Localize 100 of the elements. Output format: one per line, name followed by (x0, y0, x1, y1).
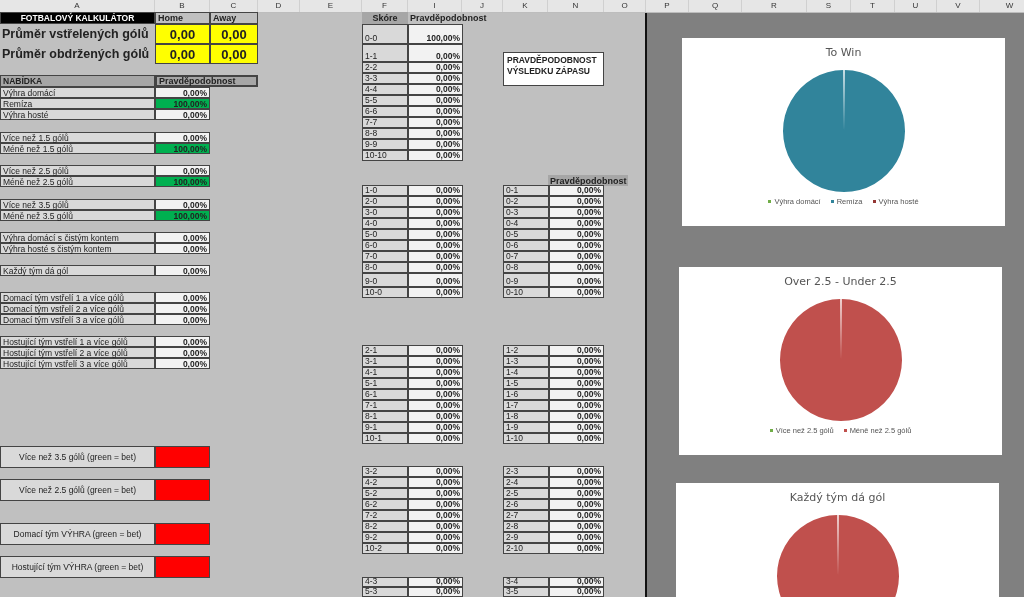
score-cell: 5-1 (362, 378, 408, 389)
score-cell: 2-3 (503, 466, 549, 477)
score-cell: 2-0 (362, 196, 408, 207)
average-cell[interactable]: 0,00 (210, 44, 258, 64)
score-cell: 5-3 (362, 587, 408, 597)
score-cell: 6-6 (362, 106, 408, 117)
percentage-cell: 0,00% (408, 378, 463, 389)
column-label: Home (155, 12, 210, 24)
column-header[interactable]: U (895, 0, 937, 12)
percentage-cell: 0,00% (549, 229, 604, 240)
row-label: Průměr obdržených gólů (1, 46, 151, 63)
percentage-cell: 0,00% (549, 521, 604, 532)
score-cell: 10-1 (362, 433, 408, 444)
percentage-cell: 0,00% (549, 262, 604, 273)
percentage-cell: 0,00% (408, 128, 463, 139)
score-cell: 0-10 (503, 287, 549, 298)
score-cell: 9-9 (362, 139, 408, 150)
column-header[interactable]: P (646, 0, 689, 12)
percentage-cell: 0,00% (408, 477, 463, 488)
percentage-cell: 0,00% (408, 95, 463, 106)
percentage-cell: 0,00% (408, 44, 463, 62)
percentage-cell: 0,00% (155, 303, 210, 314)
column-header[interactable]: I (408, 0, 462, 12)
row-label: Výhra hosté (0, 109, 155, 120)
column-header[interactable]: N (548, 0, 604, 12)
column-header[interactable]: O (604, 0, 646, 12)
average-cell[interactable]: 0,00 (155, 44, 210, 64)
column-header[interactable]: D (258, 0, 300, 12)
percentage-cell: 0,00% (155, 314, 210, 325)
percentage-cell: 0,00% (549, 367, 604, 378)
percentage-cell: 0,00% (155, 87, 210, 98)
percentage-cell: 0,00% (549, 273, 604, 287)
percentage-cell: 0,00% (408, 207, 463, 218)
score-cell: 1-10 (503, 433, 549, 444)
column-header[interactable]: S (807, 0, 851, 12)
percentage-cell: 0,00% (408, 532, 463, 543)
column-header[interactable]: J (462, 0, 503, 12)
score-cell: 4-1 (362, 367, 408, 378)
score-cell: 8-8 (362, 128, 408, 139)
percentage-cell: 0,00% (549, 543, 604, 554)
column-header[interactable]: V (937, 0, 980, 12)
percentage-cell: 0,00% (408, 389, 463, 400)
score-cell: 3-3 (362, 73, 408, 84)
percentage-cell: 0,00% (155, 109, 210, 120)
score-cell: 6-1 (362, 389, 408, 400)
result-box: PRAVDĚPODOBNOST VÝSLEDKU ZÁPASU (503, 52, 604, 86)
column-header[interactable]: W (980, 0, 1024, 12)
percentage-cell: 100,00% (155, 210, 210, 221)
score-cell: 2-1 (362, 345, 408, 356)
score-cell: 0-6 (503, 240, 549, 251)
percentage-cell: 0,00% (408, 273, 463, 287)
percentage-cell: 0,00% (408, 150, 463, 161)
percentage-cell: 0,00% (549, 400, 604, 411)
score-cell: 6-2 (362, 499, 408, 510)
percentage-cell: 0,00% (408, 499, 463, 510)
percentage-cell: 0,00% (408, 185, 463, 196)
score-cell: 5-0 (362, 229, 408, 240)
column-header[interactable]: Q (689, 0, 742, 12)
score-cell: 1-7 (503, 400, 549, 411)
column-header[interactable]: K (503, 0, 548, 12)
column-header[interactable]: E (300, 0, 362, 12)
bet-label: Domací tým VÝHRA (green = bet) (0, 523, 155, 545)
average-cell[interactable]: 0,00 (155, 24, 210, 44)
score-cell: 4-2 (362, 477, 408, 488)
row-label: Více než 2.5 gólů (0, 165, 155, 176)
score-cell: 10-2 (362, 543, 408, 554)
percentage-cell: 0,00% (549, 488, 604, 499)
score-cell: 0-9 (503, 273, 549, 287)
percentage-cell: 0,00% (408, 218, 463, 229)
percentage-cell: 0,00% (408, 287, 463, 298)
score-cell: 0-2 (503, 196, 549, 207)
score-cell: 2-10 (503, 543, 549, 554)
percentage-cell: 0,00% (549, 287, 604, 298)
percentage-cell: 0,00% (408, 411, 463, 422)
percentage-cell: 0,00% (155, 347, 210, 358)
percentage-cell: 0,00% (408, 356, 463, 367)
percentage-cell: 100,00% (155, 143, 210, 154)
score-cell: 10-10 (362, 150, 408, 161)
score-cell: 0-8 (503, 262, 549, 273)
percentage-cell: 0,00% (549, 587, 604, 597)
row-label: Více než 3.5 gólů (0, 199, 155, 210)
score-cell: 1-8 (503, 411, 549, 422)
score-cell: 0-1 (503, 185, 549, 196)
average-cell[interactable]: 0,00 (210, 24, 258, 44)
score-cell: 2-4 (503, 477, 549, 488)
column-header[interactable]: R (742, 0, 807, 12)
row-label: Méně než 2.5 gólů (0, 176, 155, 187)
row-label: NABÍDKA (0, 75, 155, 87)
percentage-cell: 0,00% (408, 367, 463, 378)
chart-title: Over 2.5 - Under 2.5 (784, 275, 897, 288)
column-label: Away (210, 12, 258, 24)
percentage-cell: 0,00% (408, 587, 463, 597)
percentage-cell: 0,00% (549, 499, 604, 510)
spreadsheet-title: FOTBALOVÝ KALKULÁTOR (0, 12, 155, 24)
percentage-cell: 0,00% (408, 521, 463, 532)
percentage-cell: 0,00% (549, 251, 604, 262)
column-header[interactable]: T (851, 0, 895, 12)
row-label: Méně než 1.5 gólů (0, 143, 155, 154)
score-cell: 0-0 (362, 24, 408, 44)
score-cell: 7-7 (362, 117, 408, 128)
